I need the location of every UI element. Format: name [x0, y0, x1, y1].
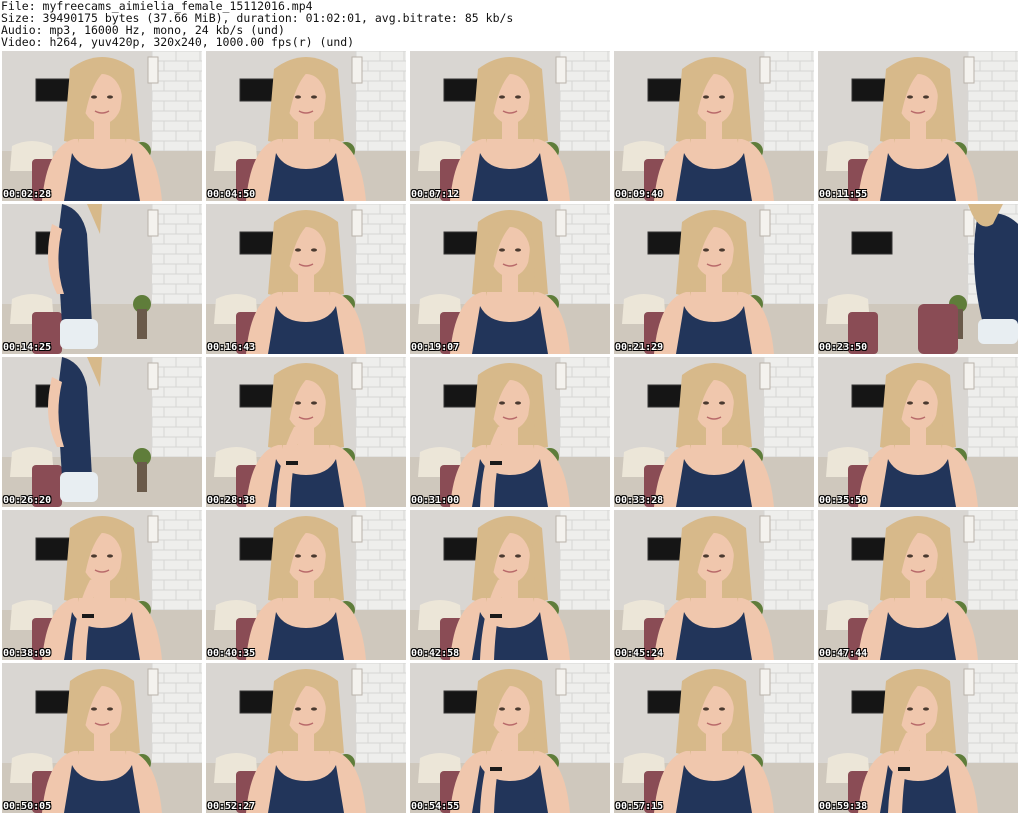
thumbnail-image	[818, 357, 1018, 507]
thumbnail-timestamp: 00:57:15	[615, 801, 664, 812]
thumbnail-timestamp: 00:02:28	[3, 189, 52, 200]
video-thumbnail: 00:45:24	[614, 510, 814, 660]
video-thumbnail: 00:09:40	[614, 51, 814, 201]
thumbnail-timestamp: 00:04:50	[207, 189, 256, 200]
thumbnail-image	[818, 204, 1018, 354]
thumbnail-timestamp: 00:26:20	[3, 495, 52, 506]
thumbnail-timestamp: 00:42:58	[411, 648, 460, 659]
video-thumbnail: 00:11:55	[818, 51, 1018, 201]
video-thumbnail: 00:23:50	[818, 204, 1018, 354]
thumbnail-image	[818, 51, 1018, 201]
thumbnail-image	[614, 510, 814, 660]
thumbnail-image	[2, 51, 202, 201]
video-thumbnail: 00:26:20	[2, 357, 202, 507]
thumbnail-image	[410, 510, 610, 660]
thumbnail-image	[614, 357, 814, 507]
thumbnail-image	[614, 663, 814, 813]
thumbnail-image	[206, 51, 406, 201]
thumbnail-image	[410, 51, 610, 201]
file-info-header: File: myfreecams_aimielia_female_1511201…	[1, 0, 1021, 50]
video-thumbnail: 00:02:28	[2, 51, 202, 201]
video-thumbnail: 00:33:28	[614, 357, 814, 507]
thumbnail-timestamp: 00:38:09	[3, 648, 52, 659]
thumbnail-timestamp: 00:31:00	[411, 495, 460, 506]
video-thumbnail: 00:14:25	[2, 204, 202, 354]
video-thumbnail: 00:07:12	[410, 51, 610, 201]
video-thumbnail: 00:28:38	[206, 357, 406, 507]
thumbnail-timestamp: 00:07:12	[411, 189, 460, 200]
thumbnail-image	[206, 204, 406, 354]
thumbnail-timestamp: 00:19:07	[411, 342, 460, 353]
video-thumbnail: 00:31:00	[410, 357, 610, 507]
video-thumbnail: 00:47:44	[818, 510, 1018, 660]
video-thumbnail: 00:59:38	[818, 663, 1018, 813]
thumbnail-timestamp: 00:16:43	[207, 342, 256, 353]
thumbnail-timestamp: 00:35:50	[819, 495, 868, 506]
video-thumbnail: 00:19:07	[410, 204, 610, 354]
thumbnail-image	[206, 357, 406, 507]
thumbnail-timestamp: 00:47:44	[819, 648, 868, 659]
thumbnail-timestamp: 00:09:40	[615, 189, 664, 200]
thumbnail-timestamp: 00:14:25	[3, 342, 52, 353]
thumbnail-timestamp: 00:54:55	[411, 801, 460, 812]
video-thumbnail: 00:35:50	[818, 357, 1018, 507]
thumbnail-timestamp: 00:52:27	[207, 801, 256, 812]
thumbnail-image	[2, 204, 202, 354]
thumbnail-timestamp: 00:50:05	[3, 801, 52, 812]
thumbnail-timestamp: 00:21:29	[615, 342, 664, 353]
thumbnail-image	[2, 510, 202, 660]
thumbnail-timestamp: 00:33:28	[615, 495, 664, 506]
thumbnail-image	[818, 510, 1018, 660]
video-thumbnail: 00:16:43	[206, 204, 406, 354]
video-thumbnail: 00:57:15	[614, 663, 814, 813]
thumbnail-timestamp: 00:28:38	[207, 495, 256, 506]
thumbnail-image	[818, 663, 1018, 813]
video-thumbnail: 00:54:55	[410, 663, 610, 813]
thumbnail-image	[614, 204, 814, 354]
thumbnail-timestamp: 00:23:50	[819, 342, 868, 353]
video-thumbnail: 00:52:27	[206, 663, 406, 813]
thumbnail-grid: 00:02:28 00:04:50 00:07:12 00:09:40 00:11:55…	[2, 51, 1022, 813]
thumbnail-timestamp: 00:45:24	[615, 648, 664, 659]
video-thumbnail: 00:50:05	[2, 663, 202, 813]
video-thumbnail: 00:40:35	[206, 510, 406, 660]
video-thumbnail: 00:42:58	[410, 510, 610, 660]
video-thumbnail: 00:21:29	[614, 204, 814, 354]
thumbnail-timestamp: 00:59:38	[819, 801, 868, 812]
video-thumbnail: 00:38:09	[2, 510, 202, 660]
video-info-line: Video: h264, yuv420p, 320x240, 1000.00 f…	[1, 35, 355, 49]
thumbnail-image	[410, 663, 610, 813]
thumbnail-image	[614, 51, 814, 201]
thumbnail-image	[410, 204, 610, 354]
thumbnail-image	[2, 663, 202, 813]
thumbnail-image	[206, 510, 406, 660]
thumbnail-image	[2, 357, 202, 507]
thumbnail-timestamp: 00:40:35	[207, 648, 256, 659]
thumbnail-image	[206, 663, 406, 813]
thumbnail-image	[410, 357, 610, 507]
video-thumbnail: 00:04:50	[206, 51, 406, 201]
thumbnail-timestamp: 00:11:55	[819, 189, 868, 200]
